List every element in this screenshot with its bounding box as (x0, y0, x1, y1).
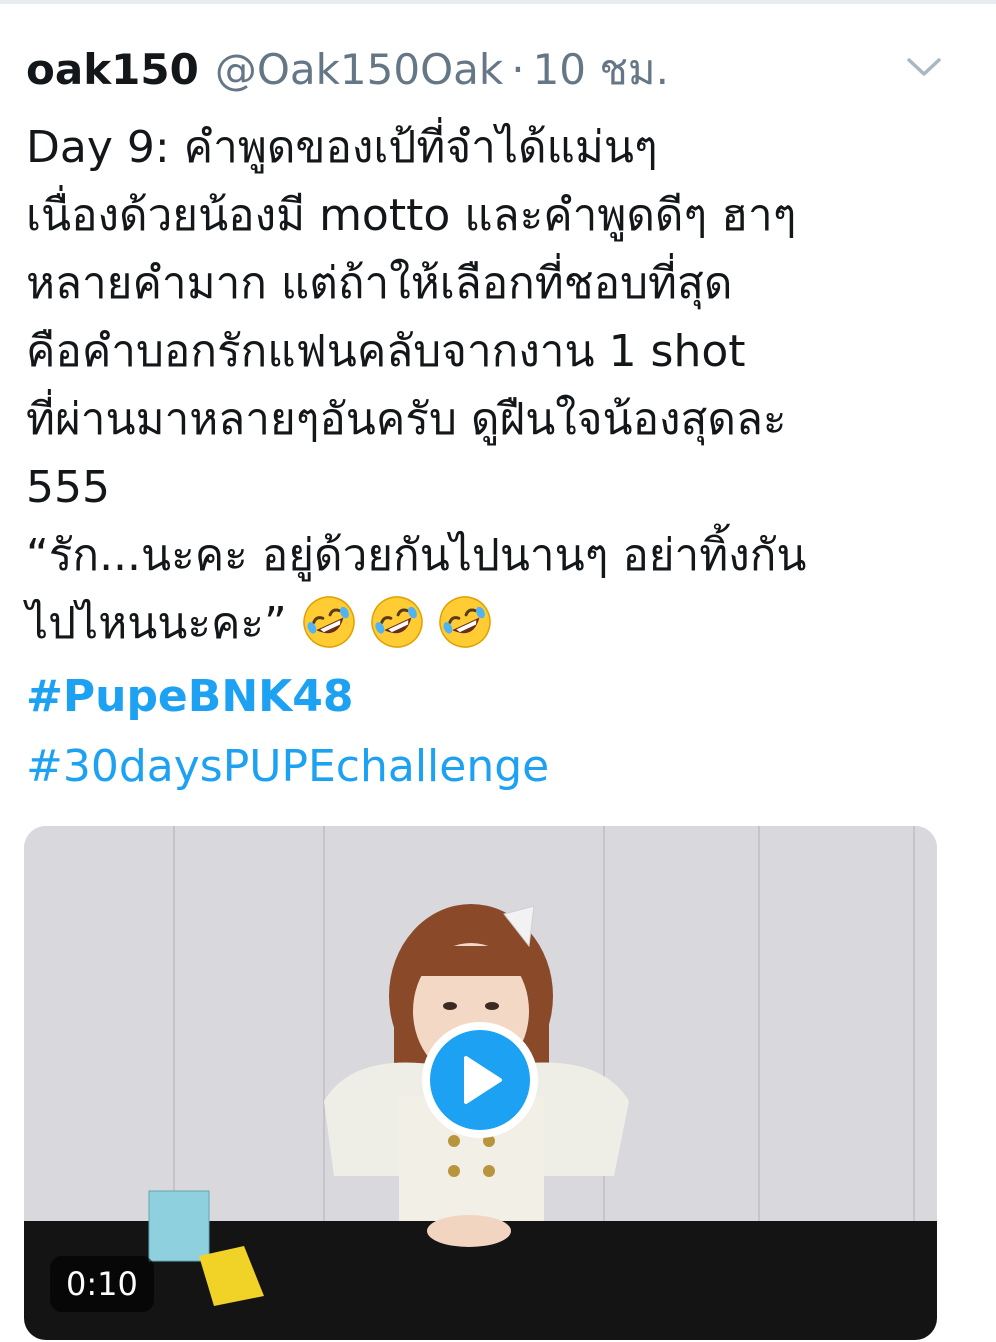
tweet-header: oak150 @Oak150Oak · 10 ชม. (26, 40, 669, 100)
top-divider (0, 0, 996, 4)
user-handle[interactable]: @Oak150Oak (215, 40, 503, 100)
hashtag-link[interactable]: #PupeBNK48 (26, 662, 353, 732)
tweet-text-line: 555 (26, 462, 110, 513)
rofl-emoji-icon (303, 596, 355, 648)
tweet-text-line: หลายคำมาก แต่ถ้าให้เลือกที่ชอบที่สุด (26, 258, 733, 309)
hashtag-link[interactable]: #30daysPUPEchallenge (26, 732, 549, 802)
tweet-text: Day 9: คำพูดของเป้ที่จำได้แม่นๆ เนื่องด้… (26, 114, 956, 658)
emoji-group (301, 596, 493, 649)
rofl-emoji-icon (439, 596, 491, 648)
tweet-text-tail: ไปไหนนะคะ” (26, 598, 287, 649)
tweet-text-line: “รัก...นะคะ อยู่ด้วยกันไปนานๆ อย่าทิ้งกั… (26, 530, 807, 581)
tweet-text-line: ที่ผ่านมาหลายๆอันครับ ดูฝืนใจน้องสุดละ (26, 394, 787, 445)
rofl-emoji-icon (371, 596, 423, 648)
timestamp[interactable]: 10 ชม. (533, 40, 669, 100)
video-duration-badge: 0:10 (50, 1256, 154, 1312)
tweet-text-line: Day 9: คำพูดของเป้ที่จำได้แม่นๆ (26, 122, 658, 173)
tweet-text-line-last: ไปไหนนะคะ” (26, 590, 956, 658)
play-button[interactable] (422, 1022, 538, 1138)
play-icon (464, 1056, 502, 1104)
tweet-text-line: คือคำบอกรักแฟนคลับจากงาน 1 shot (26, 326, 746, 377)
separator-dot: · (511, 45, 525, 94)
display-name[interactable]: oak150 (26, 40, 199, 100)
chevron-down-icon[interactable] (902, 52, 946, 82)
tweet-text-line: เนื่องด้วยน้องมี motto และคำพูดดีๆ ฮาๆ (26, 190, 797, 241)
